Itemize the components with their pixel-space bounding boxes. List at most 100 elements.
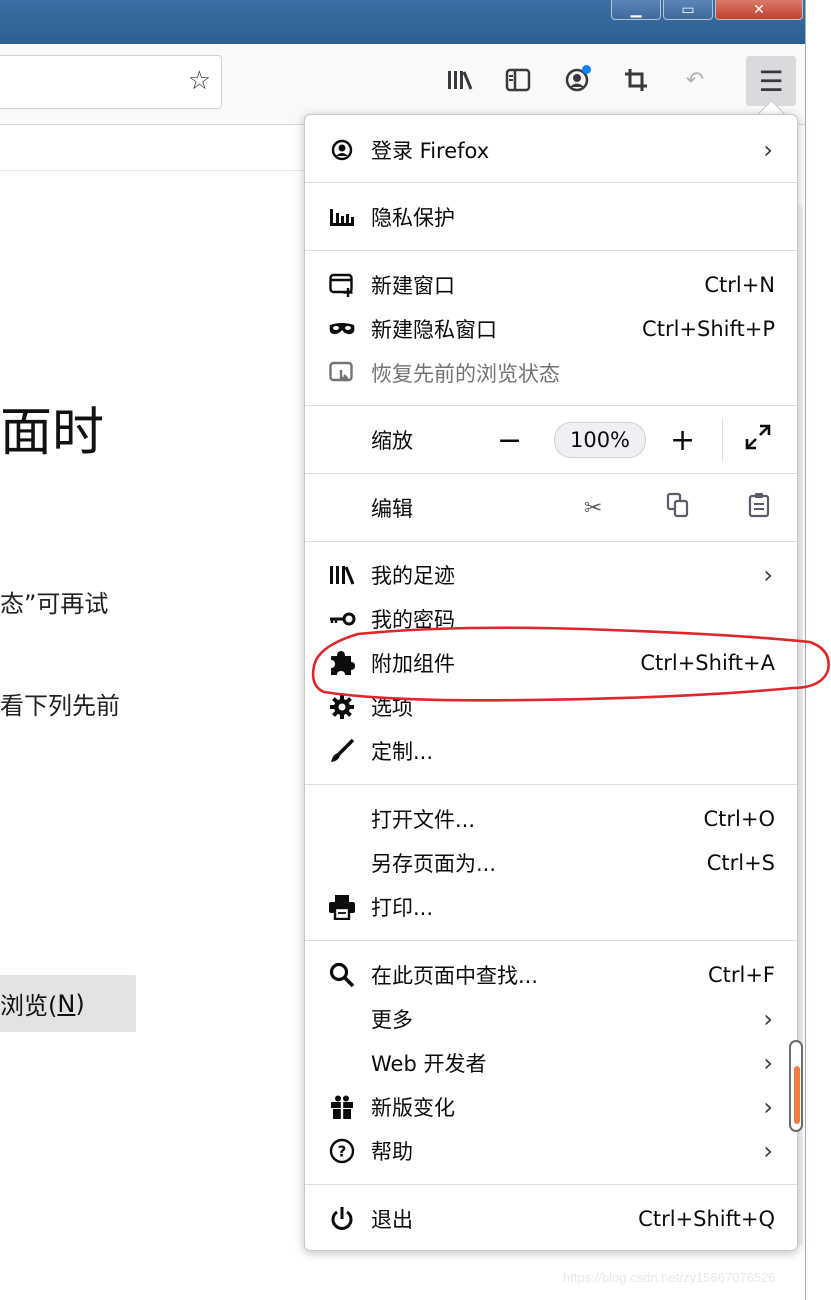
menu-icon[interactable]: ☰ bbox=[746, 56, 796, 106]
help-icon: ? bbox=[327, 1136, 357, 1166]
menu-item-library[interactable]: 我的足迹 › bbox=[305, 553, 797, 597]
sidebar-icon[interactable] bbox=[498, 60, 538, 100]
menu-item-label: 登录 Firefox bbox=[371, 139, 490, 163]
window-controls: ▁ ▭ ✕ bbox=[611, 0, 803, 20]
shortcut-text: Ctrl+Shift+P bbox=[642, 317, 775, 341]
menu-separator bbox=[305, 473, 797, 474]
shortcut-text: Ctrl+N bbox=[704, 273, 775, 297]
menu-separator bbox=[305, 1184, 797, 1185]
paste-icon[interactable] bbox=[748, 492, 770, 524]
menu-item-label: 定制... bbox=[371, 740, 434, 764]
menu-edit-row: 编辑 ✂ bbox=[305, 486, 797, 530]
menu-item-label: 退出 bbox=[371, 1208, 413, 1232]
brush-icon bbox=[327, 736, 357, 766]
menu-item-label: 更多 bbox=[371, 1008, 413, 1032]
page-text-line: 看下列先前 bbox=[0, 692, 120, 720]
browse-button-close: ) bbox=[75, 989, 85, 1018]
window-titlebar: ▁ ▭ ✕ bbox=[0, 0, 831, 44]
menu-item-label: Web 开发者 bbox=[371, 1052, 487, 1076]
menu-item-label: 隐私保护 bbox=[371, 206, 455, 230]
mask-icon bbox=[327, 314, 357, 344]
menu-separator bbox=[305, 940, 797, 941]
menu-item-label: 打印... bbox=[371, 896, 434, 920]
menu-item-quit[interactable]: 退出 Ctrl+Shift+Q bbox=[305, 1197, 797, 1241]
menu-item-label: 我的足迹 bbox=[371, 564, 455, 588]
menu-item-label: 在此页面中查找... bbox=[371, 964, 539, 988]
undo-icon[interactable]: ↶ bbox=[675, 60, 715, 100]
cut-icon[interactable]: ✂ bbox=[584, 496, 602, 521]
chevron-right-icon: › bbox=[763, 1005, 773, 1033]
maximize-icon[interactable]: ▭ bbox=[663, 0, 713, 20]
shortcut-text: Ctrl+O bbox=[703, 807, 776, 831]
edit-label: 编辑 bbox=[371, 497, 413, 521]
shortcut-text: Ctrl+Shift+Q bbox=[638, 1207, 775, 1231]
page-heading: 面时 bbox=[0, 403, 105, 463]
zoom-reset-button[interactable]: 100% bbox=[554, 422, 646, 458]
notification-dot bbox=[582, 65, 591, 74]
menu-item-new-window[interactable]: 新建窗口 Ctrl+N bbox=[305, 263, 797, 307]
scrollbar-thumb-fill bbox=[794, 1066, 800, 1124]
menu-item-privacy[interactable]: 隐私保护 bbox=[305, 195, 797, 239]
menu-item-label: 新建隐私窗口 bbox=[371, 318, 497, 342]
screenshot-icon[interactable] bbox=[616, 60, 656, 100]
chevron-right-icon: › bbox=[763, 1049, 773, 1077]
menu-item-label: 恢复先前的浏览状态 bbox=[371, 362, 560, 386]
library-icon[interactable] bbox=[440, 60, 480, 100]
red-circle-annotation bbox=[311, 626, 830, 702]
menu-item-label: 另存页面为... bbox=[371, 852, 497, 876]
page-browse-button[interactable]: 浏览(N) bbox=[0, 975, 136, 1032]
new-window-icon bbox=[327, 270, 357, 300]
menu-item-save-page[interactable]: 另存页面为... Ctrl+S bbox=[305, 841, 797, 885]
watermark-text: https://blog.csdn.net/zy15667076526 bbox=[563, 1270, 776, 1285]
zoom-out-button[interactable]: − bbox=[497, 423, 522, 458]
zoom-divider bbox=[722, 418, 723, 462]
expand-icon[interactable] bbox=[745, 424, 771, 456]
close-icon[interactable]: ✕ bbox=[715, 0, 803, 20]
menu-item-more[interactable]: 更多 › bbox=[305, 997, 797, 1041]
menu-separator bbox=[305, 250, 797, 251]
zoom-label: 缩放 bbox=[371, 429, 413, 453]
menu-separator bbox=[305, 182, 797, 183]
menu-item-new-private-window[interactable]: 新建隐私窗口 Ctrl+Shift+P bbox=[305, 307, 797, 351]
account-icon[interactable] bbox=[557, 60, 597, 100]
menu-item-help[interactable]: ? 帮助 › bbox=[305, 1129, 797, 1173]
search-icon bbox=[327, 960, 357, 990]
chevron-right-icon: › bbox=[763, 1137, 773, 1165]
chevron-right-icon: › bbox=[763, 1093, 773, 1121]
menu-item-print[interactable]: 打印... bbox=[305, 885, 797, 929]
menu-item-find[interactable]: 在此页面中查找... Ctrl+F bbox=[305, 953, 797, 997]
page-divider bbox=[0, 170, 305, 171]
bookmark-star-icon[interactable]: ☆ bbox=[188, 66, 211, 96]
chart-icon bbox=[327, 202, 357, 232]
menu-item-label: 新建窗口 bbox=[371, 274, 455, 298]
menu-item-web-developer[interactable]: Web 开发者 › bbox=[305, 1041, 797, 1085]
svg-text:?: ? bbox=[338, 1143, 347, 1161]
account-icon bbox=[327, 135, 357, 165]
library-icon bbox=[327, 560, 357, 590]
browse-button-accel: N bbox=[57, 989, 76, 1018]
chevron-right-icon: › bbox=[763, 136, 773, 164]
url-bar[interactable]: ☆ bbox=[0, 55, 222, 109]
shortcut-text: Ctrl+F bbox=[707, 963, 775, 987]
power-icon bbox=[327, 1204, 357, 1234]
minimize-icon[interactable]: ▁ bbox=[611, 0, 661, 20]
menu-item-open-file[interactable]: 打开文件... Ctrl+O bbox=[305, 797, 797, 841]
zoom-in-button[interactable]: + bbox=[670, 423, 695, 458]
menu-item-restore-session[interactable]: 恢复先前的浏览状态 bbox=[305, 351, 797, 395]
menu-item-customize[interactable]: 定制... bbox=[305, 729, 797, 773]
browse-button-label: 浏览( bbox=[0, 992, 58, 1020]
gift-icon bbox=[327, 1092, 357, 1122]
menu-item-label: 打开文件... bbox=[371, 808, 476, 832]
page-text-line: 态”可再试 bbox=[0, 590, 109, 618]
restore-icon bbox=[327, 358, 357, 388]
menu-zoom-row: 缩放 − 100% + bbox=[305, 418, 797, 462]
printer-icon bbox=[327, 892, 357, 922]
menu-item-label: 新版变化 bbox=[371, 1096, 455, 1120]
copy-icon[interactable] bbox=[666, 492, 690, 524]
shortcut-text: Ctrl+S bbox=[706, 851, 775, 875]
menu-separator bbox=[305, 541, 797, 542]
menu-item-whats-new[interactable]: 新版变化 › bbox=[305, 1085, 797, 1129]
menu-separator bbox=[305, 784, 797, 785]
menu-separator bbox=[305, 405, 797, 406]
menu-item-signin[interactable]: 登录 Firefox › bbox=[305, 128, 797, 172]
